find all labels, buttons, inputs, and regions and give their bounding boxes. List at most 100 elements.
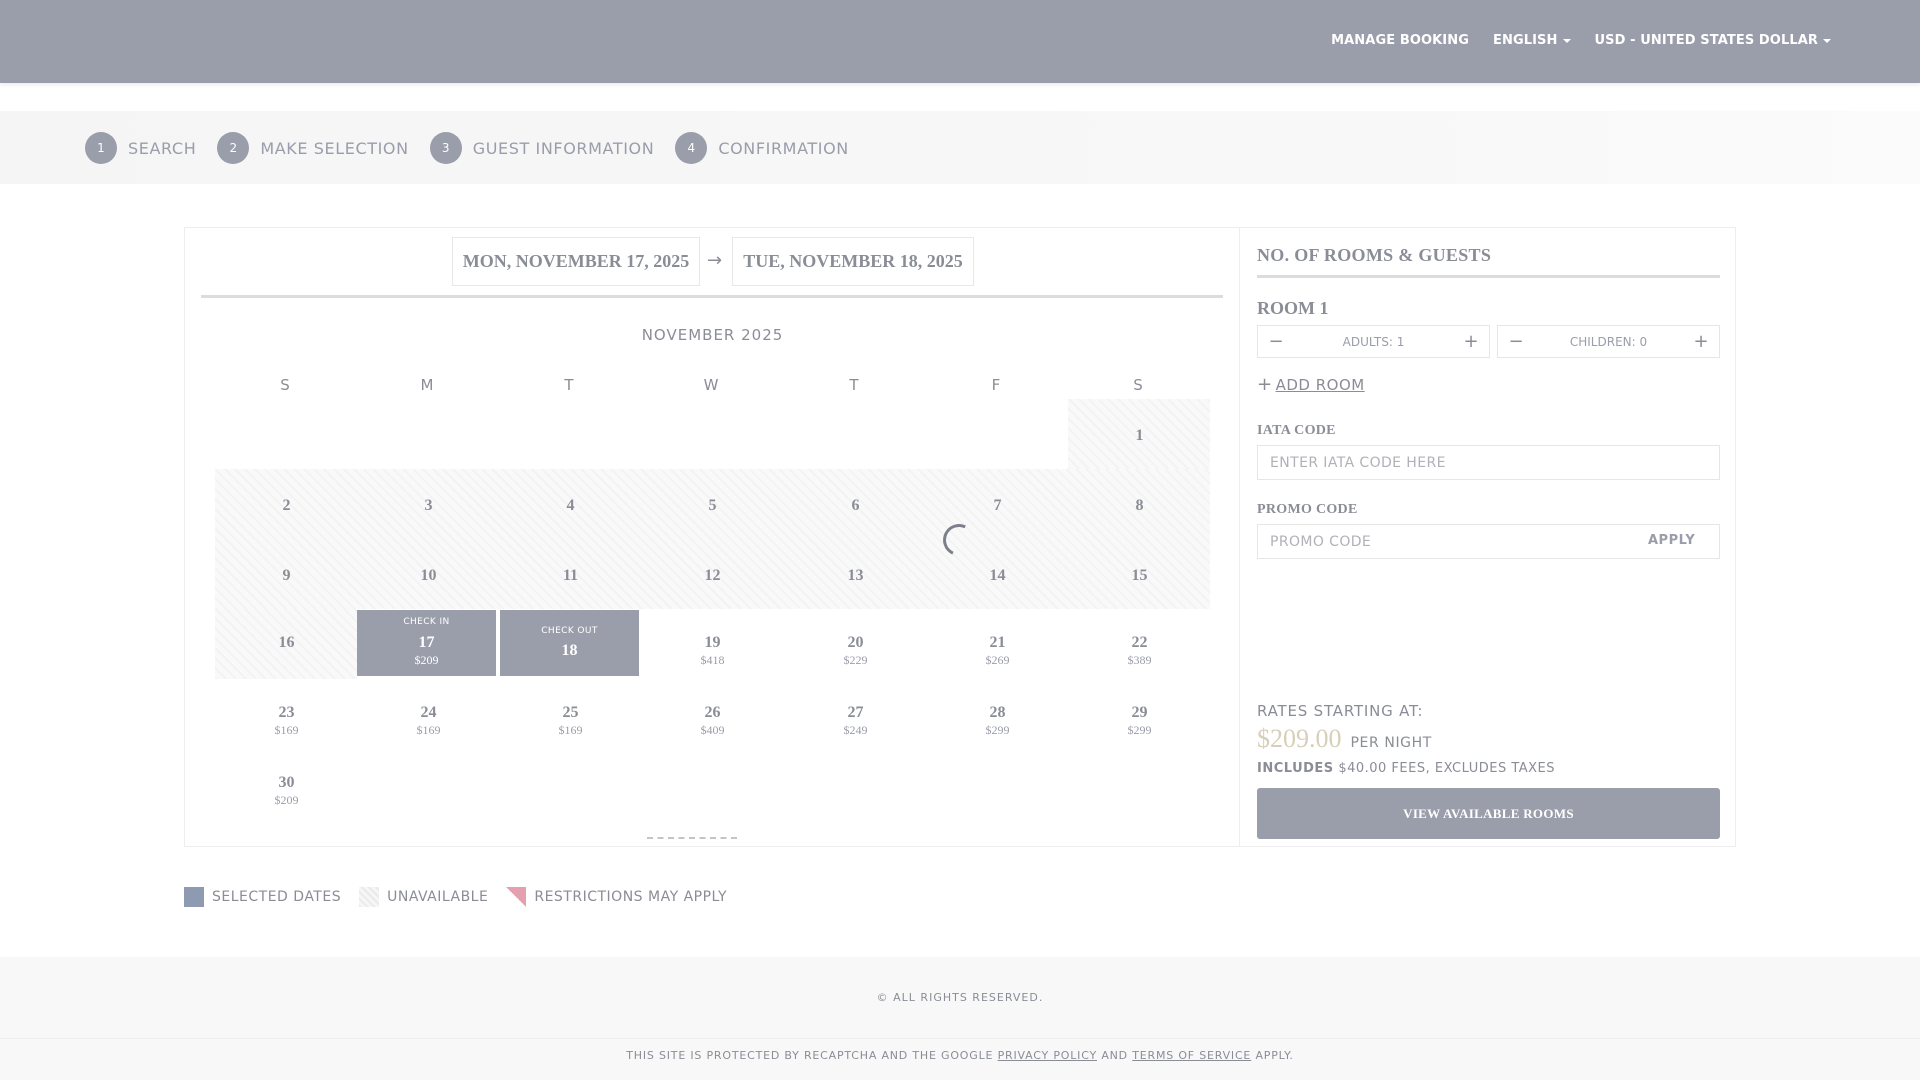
day-number: 14 bbox=[989, 567, 1006, 584]
iata-code-input[interactable] bbox=[1257, 445, 1720, 480]
calendar-day[interactable]: 21 $269 bbox=[928, 610, 1067, 676]
booking-card: MON, NOVEMBER 17, 2025 → TUE, NOVEMBER 1… bbox=[184, 227, 1736, 847]
step-search[interactable]: 1 SEARCH bbox=[85, 132, 196, 164]
day-price: $409 bbox=[700, 723, 725, 737]
step-make-selection[interactable]: 2 MAKE SELECTION bbox=[217, 132, 408, 164]
recaptcha-and: AND bbox=[1101, 1049, 1128, 1062]
caret-down-icon bbox=[1823, 38, 1831, 43]
weekday-label: S bbox=[1133, 376, 1143, 394]
day-number: 28 bbox=[989, 704, 1006, 721]
weekday-label: F bbox=[991, 376, 1001, 394]
day-number: 10 bbox=[420, 567, 437, 584]
day-price: $299 bbox=[1127, 723, 1152, 737]
date-divider bbox=[201, 295, 1223, 298]
calendar-day-check-out[interactable]: CHECK OUT 18 bbox=[500, 610, 639, 676]
view-available-rooms-button[interactable]: VIEW AVAILABLE ROOMS bbox=[1257, 788, 1720, 839]
calendar-day-unavailable: 3 bbox=[359, 473, 498, 539]
weekday-label: T bbox=[564, 376, 574, 394]
currency-label: USD - UNITED STATES DOLLAR bbox=[1594, 33, 1818, 48]
privacy-policy-link[interactable]: PRIVACY POLICY bbox=[998, 1049, 1097, 1062]
arrow-right-icon: → bbox=[707, 250, 723, 271]
rate-amount: $209.00 bbox=[1257, 724, 1342, 753]
minus-icon[interactable]: − bbox=[1508, 331, 1524, 352]
legend-selected: SELECTED DATES bbox=[184, 887, 341, 907]
minus-icon[interactable]: − bbox=[1268, 331, 1284, 352]
step-number: 2 bbox=[217, 132, 250, 164]
legend-label: UNAVAILABLE bbox=[387, 889, 489, 905]
terms-of-service-link[interactable]: TERMS OF SERVICE bbox=[1132, 1049, 1251, 1062]
day-number: 15 bbox=[1131, 567, 1148, 584]
check-out-date-box[interactable]: TUE, NOVEMBER 18, 2025 bbox=[732, 237, 974, 286]
apply-promo-button[interactable]: APPLY bbox=[1648, 533, 1695, 548]
day-price: $209 bbox=[414, 653, 439, 667]
day-price: $269 bbox=[985, 653, 1010, 667]
panel-divider bbox=[1257, 275, 1720, 278]
fees-info: INCLUDES $40.00 FEES, EXCLUDES TAXES bbox=[1257, 761, 1555, 776]
calendar-day-unavailable: 1 bbox=[1070, 403, 1209, 469]
calendar-day-unavailable: 12 bbox=[643, 543, 782, 609]
calendar-day[interactable]: 29 $299 bbox=[1070, 680, 1209, 746]
calendar-day[interactable]: 30 $209 bbox=[217, 750, 356, 816]
manage-booking-link[interactable]: MANAGE BOOKING bbox=[1331, 33, 1469, 48]
calendar-day[interactable]: 19 $418 bbox=[643, 610, 782, 676]
calendar-day[interactable]: 24 $169 bbox=[359, 680, 498, 746]
calendar-day[interactable]: 27 $249 bbox=[786, 680, 925, 746]
day-price: $249 bbox=[843, 723, 868, 737]
calendar-day[interactable]: 25 $169 bbox=[501, 680, 640, 746]
day-number: 5 bbox=[708, 497, 717, 514]
check-in-date-box[interactable]: MON, NOVEMBER 17, 2025 bbox=[452, 237, 700, 286]
plus-icon[interactable]: + bbox=[1693, 331, 1709, 352]
currency-dropdown[interactable]: USD - UNITED STATES DOLLAR bbox=[1594, 33, 1831, 48]
step-guest-information[interactable]: 3 GUEST INFORMATION bbox=[429, 132, 655, 164]
calendar-day[interactable]: 20 $229 bbox=[786, 610, 925, 676]
month-title: NOVEMBER 2025 bbox=[641, 326, 784, 344]
calendar-day-check-in[interactable]: CHECK IN 17 $209 bbox=[357, 610, 496, 676]
day-number: 24 bbox=[420, 704, 437, 721]
caret-down-icon bbox=[1562, 38, 1571, 43]
day-number: 9 bbox=[282, 567, 291, 584]
children-stepper: − CHILDREN: 0 + bbox=[1497, 325, 1720, 358]
calendar-area: MON, NOVEMBER 17, 2025 → TUE, NOVEMBER 1… bbox=[185, 228, 1240, 846]
day-number: 1 bbox=[1135, 427, 1144, 444]
top-header: MANAGE BOOKING ENGLISH USD - UNITED STAT… bbox=[0, 0, 1920, 83]
add-room-link[interactable]: + ADD ROOM bbox=[1257, 374, 1365, 395]
iata-label: IATA CODE bbox=[1257, 423, 1336, 438]
day-price: $229 bbox=[843, 653, 868, 667]
calendar-legend: SELECTED DATES UNAVAILABLE RESTRICTIONS … bbox=[184, 887, 745, 907]
day-price: $169 bbox=[274, 723, 299, 737]
step-label: GUEST INFORMATION bbox=[472, 138, 655, 158]
plus-icon: + bbox=[1257, 374, 1273, 395]
day-price: $169 bbox=[416, 723, 441, 737]
calendar-day[interactable]: 26 $409 bbox=[643, 680, 782, 746]
day-number: 12 bbox=[704, 567, 721, 584]
language-label: ENGLISH bbox=[1493, 33, 1558, 48]
calendar-day[interactable]: 28 $299 bbox=[928, 680, 1067, 746]
calendar-day-unavailable: 8 bbox=[1070, 473, 1209, 539]
plus-icon[interactable]: + bbox=[1463, 331, 1479, 352]
day-number: 26 bbox=[704, 704, 721, 721]
calendar-day-unavailable: 5 bbox=[643, 473, 782, 539]
fees-text: $40.00 FEES, EXCLUDES TAXES bbox=[1338, 761, 1556, 776]
language-dropdown[interactable]: ENGLISH bbox=[1493, 33, 1571, 48]
day-number: 18 bbox=[561, 642, 578, 659]
weekday-label: T bbox=[849, 376, 859, 394]
day-number: 4 bbox=[566, 497, 575, 514]
step-number: 3 bbox=[429, 132, 462, 164]
day-price: $299 bbox=[985, 723, 1010, 737]
calendar-day-unavailable: 6 bbox=[786, 473, 925, 539]
calendar-day[interactable]: 22 $389 bbox=[1070, 610, 1209, 676]
room-title: ROOM 1 bbox=[1257, 298, 1329, 318]
step-label: MAKE SELECTION bbox=[260, 138, 409, 158]
step-number: 1 bbox=[85, 132, 117, 164]
step-confirmation[interactable]: 4 CONFIRMATION bbox=[675, 132, 849, 164]
legend-unavailable: UNAVAILABLE bbox=[359, 887, 488, 907]
calendar-day-unavailable: 9 bbox=[217, 543, 356, 609]
selected-swatch bbox=[184, 887, 204, 907]
step-label: CONFIRMATION bbox=[718, 138, 849, 158]
day-number: 19 bbox=[704, 634, 721, 651]
day-price: $418 bbox=[700, 653, 725, 667]
copyright-text: © ALL RIGHTS RESERVED. bbox=[876, 991, 1044, 1004]
weekday-label: S bbox=[280, 376, 290, 394]
recaptcha-suffix: APPLY. bbox=[1255, 1049, 1294, 1062]
calendar-day[interactable]: 23 $169 bbox=[217, 680, 356, 746]
